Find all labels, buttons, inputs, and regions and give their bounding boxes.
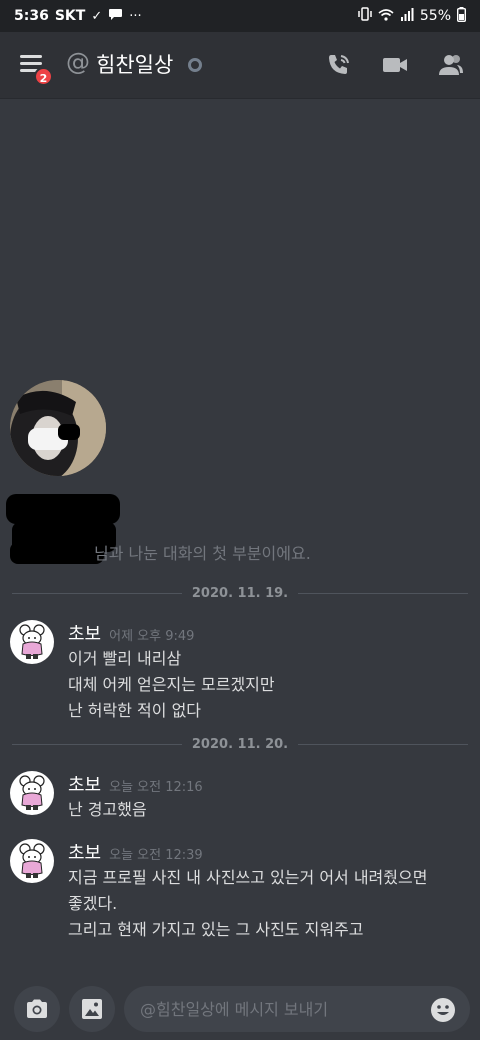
message-text: 난 허락한 적이 없다 (68, 701, 202, 720)
carrier-label: SKT (54, 8, 86, 24)
video-call-button[interactable] (382, 52, 408, 78)
username[interactable]: 초보 (68, 771, 101, 797)
emoji-button[interactable] (430, 997, 456, 1023)
message-input[interactable] (124, 986, 470, 1032)
camera-button[interactable] (14, 986, 60, 1032)
date-divider-label: 2020. 11. 20. (191, 736, 289, 752)
checkmark-icon: ✓ (91, 8, 103, 24)
menu-button[interactable]: 2 (18, 52, 53, 86)
message-text: 좋겠다. (68, 894, 118, 913)
battery-percent: 55% (419, 8, 451, 24)
user-avatar[interactable] (10, 839, 54, 883)
message-text: 난 경고했음 (68, 800, 147, 819)
message-text: 지금 프로필 사진 내 사진쓰고 있는거 어서 내려줬으면 (68, 868, 428, 887)
username[interactable]: 초보 (68, 839, 101, 865)
clock: 5:36 (14, 8, 49, 24)
date-divider: 2020. 11. 19. (12, 583, 469, 603)
channel-header: 2 @ 힘찬일상 (0, 32, 480, 98)
camera-icon (27, 999, 47, 1018)
timestamp: 오늘 오전 12:16 (109, 780, 203, 795)
timestamp: 어제 오후 9:49 (109, 629, 195, 644)
notification-badge: 2 (34, 67, 53, 86)
chat-bubble-icon (108, 8, 123, 25)
redaction (58, 424, 80, 440)
date-divider: 2020. 11. 20. (12, 734, 469, 754)
user-avatar[interactable] (10, 620, 54, 664)
date-divider-label: 2020. 11. 19. (191, 585, 289, 601)
mouse-avatar-icon (19, 624, 45, 659)
message-text: 이거 빨리 내리삼 (68, 649, 182, 668)
people-icon (439, 55, 463, 75)
mouse-avatar-icon (19, 843, 45, 878)
user-avatar[interactable] (10, 771, 54, 815)
battery-icon (456, 6, 466, 26)
more-notifications: ··· (129, 8, 142, 24)
status-bar: 5:36 SKT ✓ ··· 55% (0, 0, 480, 32)
channel-title: 힘찬일상 (96, 53, 174, 77)
message-text: 대체 어케 얻은지는 모르겠지만 (68, 675, 275, 694)
timestamp: 오늘 오전 12:39 (109, 848, 203, 863)
wifi-icon (378, 8, 394, 25)
voice-call-button[interactable] (326, 52, 352, 78)
vibrate-icon (358, 7, 372, 25)
video-camera-icon (383, 58, 407, 72)
at-icon: @ (66, 48, 90, 76)
intro-text: 님과 나눈 대화의 첫 부분이에요. (94, 544, 311, 563)
phone-call-icon (329, 55, 349, 74)
mouse-avatar-icon (19, 775, 45, 810)
members-button[interactable] (438, 52, 464, 78)
offline-status-icon (188, 58, 202, 72)
signal-icon (400, 7, 414, 25)
smiley-face-icon (431, 998, 455, 1022)
conversation-intro (10, 380, 106, 476)
user-avatar-large (10, 380, 106, 476)
hamburger-icon (20, 55, 42, 58)
message-text: 그리고 현재 가지고 있는 그 사진도 지워주고 (68, 920, 364, 939)
redaction (6, 494, 120, 524)
username[interactable]: 초보 (68, 620, 101, 646)
gallery-button[interactable] (69, 986, 115, 1032)
message-composer (0, 978, 480, 1040)
image-icon (82, 999, 102, 1019)
